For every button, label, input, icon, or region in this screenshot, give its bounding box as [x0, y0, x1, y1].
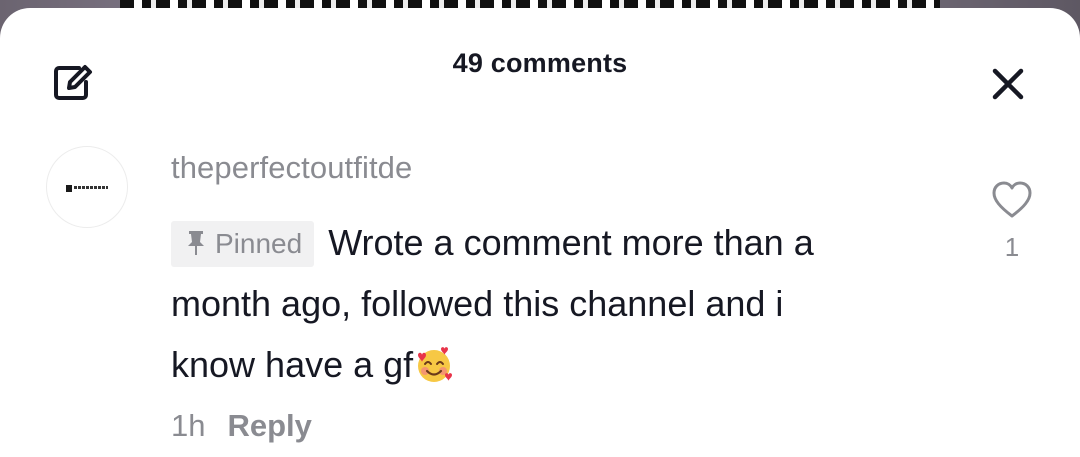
comment-text-line3: know have a gf [171, 344, 414, 385]
avatar[interactable] [46, 146, 128, 228]
avatar-logo-mark [66, 185, 72, 192]
comment-text: Pinned Wrote a comment more than a month … [171, 212, 931, 395]
comment-timestamp: 1h [171, 408, 206, 443]
comment-meta: 1h Reply [171, 408, 312, 444]
comments-header: 49 comments [0, 8, 1080, 118]
reply-button[interactable]: Reply [227, 408, 311, 443]
pinned-label: Pinned [215, 228, 303, 259]
heart-outline-icon[interactable] [990, 180, 1034, 220]
smiling-face-with-hearts-emoji [418, 347, 453, 382]
comment-text-line1: Wrote a comment more than a [328, 222, 814, 263]
like-count: 1 [1004, 232, 1020, 262]
avatar-logo-text [74, 186, 108, 189]
comment-username[interactable]: theperfectoutfitde [171, 150, 412, 186]
comment-text-line2: month ago, followed this channel and i [171, 283, 784, 324]
close-icon[interactable] [990, 66, 1026, 102]
comments-count-title: 49 comments [452, 48, 628, 78]
pin-icon [188, 231, 204, 255]
comments-sheet: 49 comments theperfectoutfitde Pinned Wro… [0, 8, 1080, 457]
pinned-badge: Pinned [171, 221, 315, 267]
